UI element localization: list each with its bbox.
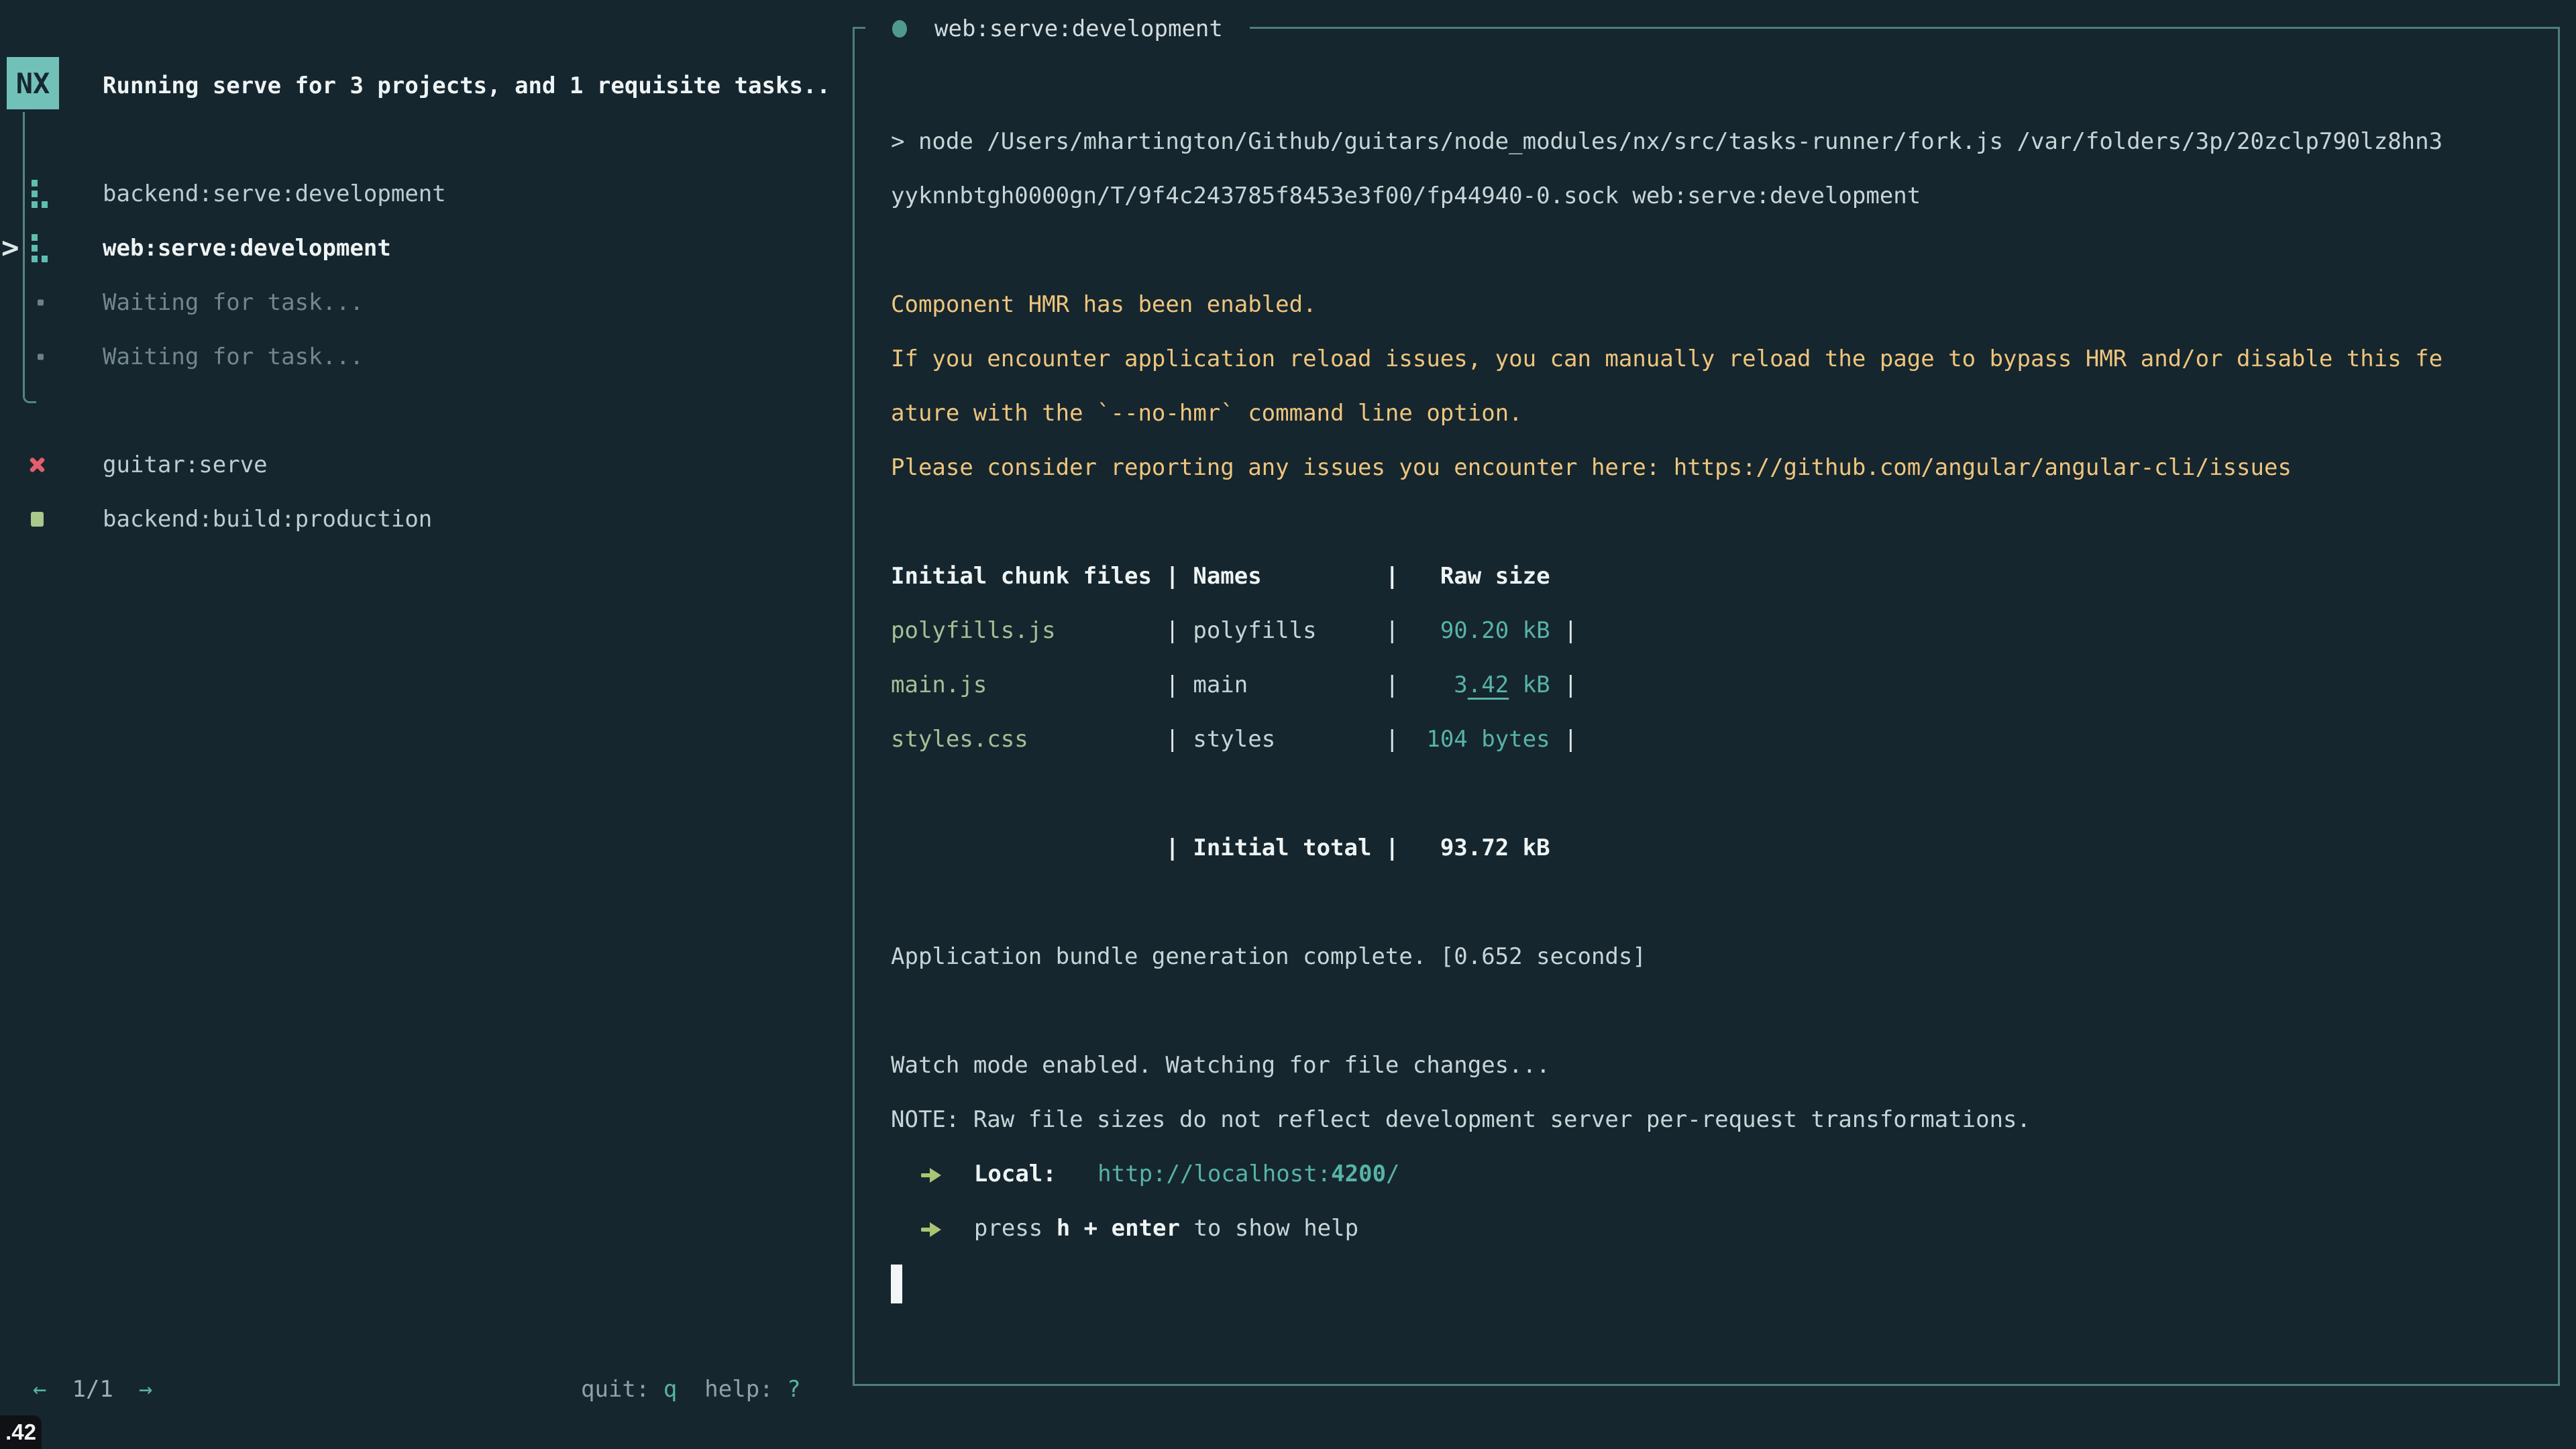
task-label: guitar:serve bbox=[103, 451, 268, 478]
arrow-right-icon bbox=[921, 1221, 944, 1238]
chunk-row-main: main.js | main | 3.42 kB | bbox=[891, 658, 2521, 712]
pager: ← 1/1 → bbox=[33, 1362, 152, 1416]
help-hint-line: press h + enter to show help bbox=[891, 1201, 2521, 1256]
spinner-icon bbox=[32, 180, 49, 208]
overlay-badge: .42 bbox=[0, 1415, 42, 1449]
quit-key: q bbox=[663, 1376, 677, 1403]
task-label: Waiting for task... bbox=[103, 343, 364, 370]
local-url[interactable]: http://localhost:4200/ bbox=[1097, 1161, 1399, 1187]
cmd-line-2: yyknnbtgh0000gn/T/9f4c243785f8453e3f00/f… bbox=[891, 169, 2521, 223]
chunk-row-styles: styles.css | styles | 104 bytes | bbox=[891, 712, 2521, 767]
hmr-warning-line-1: If you encounter application reload issu… bbox=[891, 332, 2521, 386]
task-row-backend-serve[interactable]: backend:serve:development bbox=[0, 166, 839, 221]
local-label: Local: bbox=[974, 1161, 1057, 1187]
terminal-output: > node /Users/mhartington/Github/guitars… bbox=[891, 115, 2521, 1310]
cursor-block bbox=[891, 1265, 902, 1303]
waiting-dot-icon bbox=[38, 299, 44, 305]
hmr-warning-line-2: ature with the `--no-hmr` command line o… bbox=[891, 386, 2521, 441]
pager-right-arrow-icon[interactable]: → bbox=[139, 1376, 152, 1403]
note-line: NOTE: Raw file sizes do not reflect deve… bbox=[891, 1093, 2521, 1147]
search-match-highlight: .42 bbox=[1468, 672, 1509, 698]
success-square-icon bbox=[31, 512, 44, 527]
task-row-waiting-2[interactable]: Waiting for task... bbox=[0, 329, 839, 384]
task-sidebar: NX Running serve for 3 projects, and 1 r… bbox=[0, 0, 853, 1449]
sidebar-title: Running serve for 3 projects, and 1 requ… bbox=[103, 58, 830, 113]
waiting-dot-icon bbox=[38, 354, 44, 360]
keyboard-hints: quit: q help: ? bbox=[581, 1362, 801, 1416]
arrow-right-icon bbox=[921, 1167, 944, 1184]
terminal-screen: NX Running serve for 3 projects, and 1 r… bbox=[0, 0, 2576, 1449]
pager-left-arrow-icon[interactable]: ← bbox=[33, 1376, 46, 1403]
task-label: backend:build:production bbox=[103, 506, 432, 533]
task-label: backend:serve:development bbox=[103, 180, 446, 207]
chunk-total-row: | Initial total | 93.72 kB bbox=[891, 821, 2521, 875]
local-url-line: Local: http://localhost:4200/ bbox=[891, 1147, 2521, 1201]
overlay-badge-text: .42 bbox=[5, 1419, 36, 1445]
hmr-enabled-line: Component HMR has been enabled. bbox=[891, 278, 2521, 332]
output-panel: web:serve:development > node /Users/mhar… bbox=[853, 27, 2560, 1386]
task-row-waiting-1[interactable]: Waiting for task... bbox=[0, 275, 839, 329]
panel-title-text: web:serve:development bbox=[934, 15, 1223, 42]
nx-logo: NX bbox=[7, 57, 59, 109]
task-row-guitar-serve[interactable]: guitar:serve bbox=[0, 437, 839, 492]
bundle-complete-line: Application bundle generation complete. … bbox=[891, 930, 2521, 984]
task-label-selected: web:serve:development bbox=[103, 235, 391, 262]
panel-title: web:serve:development bbox=[865, 14, 1250, 44]
watch-mode-line: Watch mode enabled. Watching for file ch… bbox=[891, 1038, 2521, 1093]
task-label: Waiting for task... bbox=[103, 289, 364, 316]
help-label: help: bbox=[704, 1376, 773, 1403]
task-row-web-serve[interactable]: web:serve:development bbox=[0, 221, 839, 275]
pager-page-indicator: 1/1 bbox=[72, 1376, 113, 1403]
help-key: ? bbox=[787, 1376, 800, 1403]
status-dot-icon bbox=[892, 20, 907, 38]
hmr-report-line: Please consider reporting any issues you… bbox=[891, 441, 2521, 495]
cursor-line bbox=[891, 1256, 2521, 1310]
chunk-row-polyfills: polyfills.js | polyfills | 90.20 kB | bbox=[891, 604, 2521, 658]
cmd-line-1: > node /Users/mhartington/Github/guitars… bbox=[891, 115, 2521, 169]
spinner-icon bbox=[32, 234, 49, 262]
chunk-table-header: Initial chunk files | Names | Raw size bbox=[891, 549, 2521, 604]
task-row-backend-build[interactable]: backend:build:production bbox=[0, 492, 839, 546]
quit-label: quit: bbox=[581, 1376, 649, 1403]
help-keys: h + enter bbox=[1057, 1215, 1180, 1242]
failed-x-icon bbox=[28, 455, 46, 474]
